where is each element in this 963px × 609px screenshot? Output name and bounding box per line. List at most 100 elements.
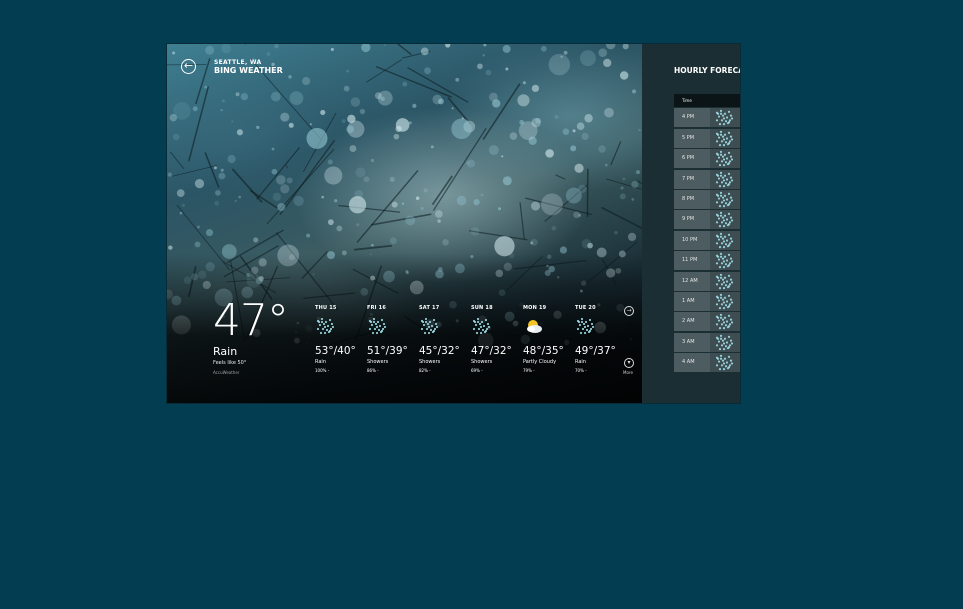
rain-icon	[710, 210, 740, 230]
day-precip-value: 69%	[471, 368, 480, 373]
hourly-row: 10 PM	[674, 230, 740, 250]
day-forecast[interactable]: THU 15 53°/40° Rain 100% ⠂	[315, 305, 367, 373]
city-label: SEATTLE, WA	[214, 59, 262, 66]
raindrop-icon: ⠂	[583, 368, 589, 373]
hourly-time: 5 PM	[674, 128, 710, 148]
hourly-time: 4 PM	[674, 108, 710, 128]
raindrop-icon: ⠂	[427, 368, 433, 373]
more-label: More	[623, 370, 633, 375]
rain-icon	[367, 317, 387, 335]
rain-icon	[575, 317, 595, 335]
rain-icon	[710, 353, 740, 373]
raindrop-icon: ⠂	[375, 368, 381, 373]
day-precip-value: 82%	[419, 368, 428, 373]
hero-panorama: ← SEATTLE, WA BING WEATHER 47° Rain Feel…	[167, 44, 642, 403]
rain-icon	[710, 332, 740, 352]
rain-icon	[710, 271, 740, 291]
rain-icon	[419, 317, 439, 335]
hourly-row: 4 AM	[674, 353, 740, 373]
hourly-time: 3 AM	[674, 332, 710, 352]
location-header: SEATTLE, WA BING WEATHER	[214, 59, 283, 76]
hourly-row: 1 AM	[674, 291, 740, 311]
day-precip: 70% ⠂	[575, 368, 588, 373]
hourly-row: 3 AM	[674, 332, 740, 352]
hourly-time: 2 AM	[674, 312, 710, 332]
hourly-forecast-panel: HOURLY FORECAS Time 4 PM5 PM6 PM7 PM8 PM…	[642, 44, 740, 403]
day-precip-value: 86%	[367, 368, 376, 373]
raindrop-icon: ⠂	[479, 368, 485, 373]
hourly-time: 11 PM	[674, 251, 710, 271]
day-precip: 82% ⠂	[419, 368, 432, 373]
day-forecast[interactable]: MON 19 48°/35° Partly Cloudy 79% ⠂	[523, 305, 575, 373]
feels-like-label: Feels like 50°	[213, 360, 247, 366]
hourly-time: 12 AM	[674, 271, 710, 291]
day-hi-lo: 49°/37°	[575, 345, 616, 357]
rain-icon	[710, 312, 740, 332]
arrow-right-icon: →	[626, 307, 632, 314]
day-forecast[interactable]: SAT 17 45°/32° Showers 82% ⠂	[419, 305, 471, 373]
hourly-row: 8 PM	[674, 189, 740, 209]
day-forecast[interactable]: FRI 16 51°/39° Showers 86% ⠂	[367, 305, 419, 373]
day-label: SUN 18	[471, 305, 493, 311]
rain-icon	[710, 291, 740, 311]
day-label: FRI 16	[367, 305, 387, 311]
hourly-row: 12 AM	[674, 271, 740, 291]
rain-icon	[710, 189, 740, 209]
current-conditions: 47° Rain Feels like 50° AccuWeather	[213, 295, 289, 376]
day-precip: 79% ⠂	[523, 368, 536, 373]
current-temperature: 47°	[213, 295, 289, 346]
hourly-row: 9 PM	[674, 210, 740, 230]
weather-app-window: ← SEATTLE, WA BING WEATHER 47° Rain Feel…	[167, 44, 740, 403]
back-button[interactable]: ←	[181, 59, 196, 74]
day-condition: Showers	[367, 359, 389, 365]
hourly-time: 9 PM	[674, 210, 710, 230]
rain-icon	[710, 108, 740, 128]
hourly-row: 2 AM	[674, 312, 740, 332]
hourly-time: 10 PM	[674, 230, 710, 250]
day-condition: Showers	[419, 359, 441, 365]
more-button[interactable]: ▾	[624, 358, 634, 368]
hourly-time: 7 PM	[674, 169, 710, 189]
day-label: THU 15	[315, 305, 337, 311]
rain-icon	[710, 230, 740, 250]
day-precip: 69% ⠂	[471, 368, 484, 373]
day-condition: Rain	[315, 359, 326, 365]
day-label: MON 19	[523, 305, 547, 311]
day-label: TUE 20	[575, 305, 596, 311]
hourly-time: 8 PM	[674, 189, 710, 209]
day-precip-value: 100%	[315, 368, 327, 373]
rain-icon	[710, 149, 740, 169]
rain-icon	[710, 128, 740, 148]
partly-cloudy-icon	[523, 317, 543, 335]
current-condition: Rain	[213, 345, 238, 358]
hourly-time: 1 AM	[674, 291, 710, 311]
hourly-table: Time 4 PM 5 PM 6 PM 7 PM 8 PM 9 PM 10 PM 11 PM 1…	[674, 94, 740, 373]
day-condition: Rain	[575, 359, 586, 365]
hourly-row: 5 PM	[674, 128, 740, 148]
raindrop-icon: ⠂	[531, 368, 537, 373]
day-precip: 100% ⠂	[315, 368, 331, 373]
source-label: AccuWeather	[213, 370, 240, 375]
day-hi-lo: 45°/32°	[419, 345, 460, 357]
hourly-row: 6 PM	[674, 149, 740, 169]
hourly-time: 6 PM	[674, 149, 710, 169]
day-precip: 86% ⠂	[367, 368, 380, 373]
hourly-header-time: Time	[674, 94, 740, 107]
hourly-row: 7 PM	[674, 169, 740, 189]
day-hi-lo: 47°/32°	[471, 345, 512, 357]
chevron-down-icon: ▾	[627, 359, 631, 366]
hourly-forecast-title: HOURLY FORECAS	[674, 66, 740, 75]
day-hi-lo: 48°/35°	[523, 345, 564, 357]
day-hi-lo: 53°/40°	[315, 345, 356, 357]
day-condition: Partly Cloudy	[523, 359, 557, 365]
day-forecast[interactable]: SUN 18 47°/32° Showers 69% ⠂	[471, 305, 523, 373]
rain-icon	[471, 317, 491, 335]
day-hi-lo: 51°/39°	[367, 345, 408, 357]
rain-icon	[710, 251, 740, 271]
rain-icon	[315, 317, 335, 335]
next-days-button[interactable]: →	[624, 306, 634, 316]
hourly-row: 4 PM	[674, 108, 740, 128]
hourly-row: 11 PM	[674, 251, 740, 271]
day-forecast[interactable]: TUE 20 49°/37° Rain 70% ⠂	[575, 305, 627, 373]
day-label: SAT 17	[419, 305, 440, 311]
